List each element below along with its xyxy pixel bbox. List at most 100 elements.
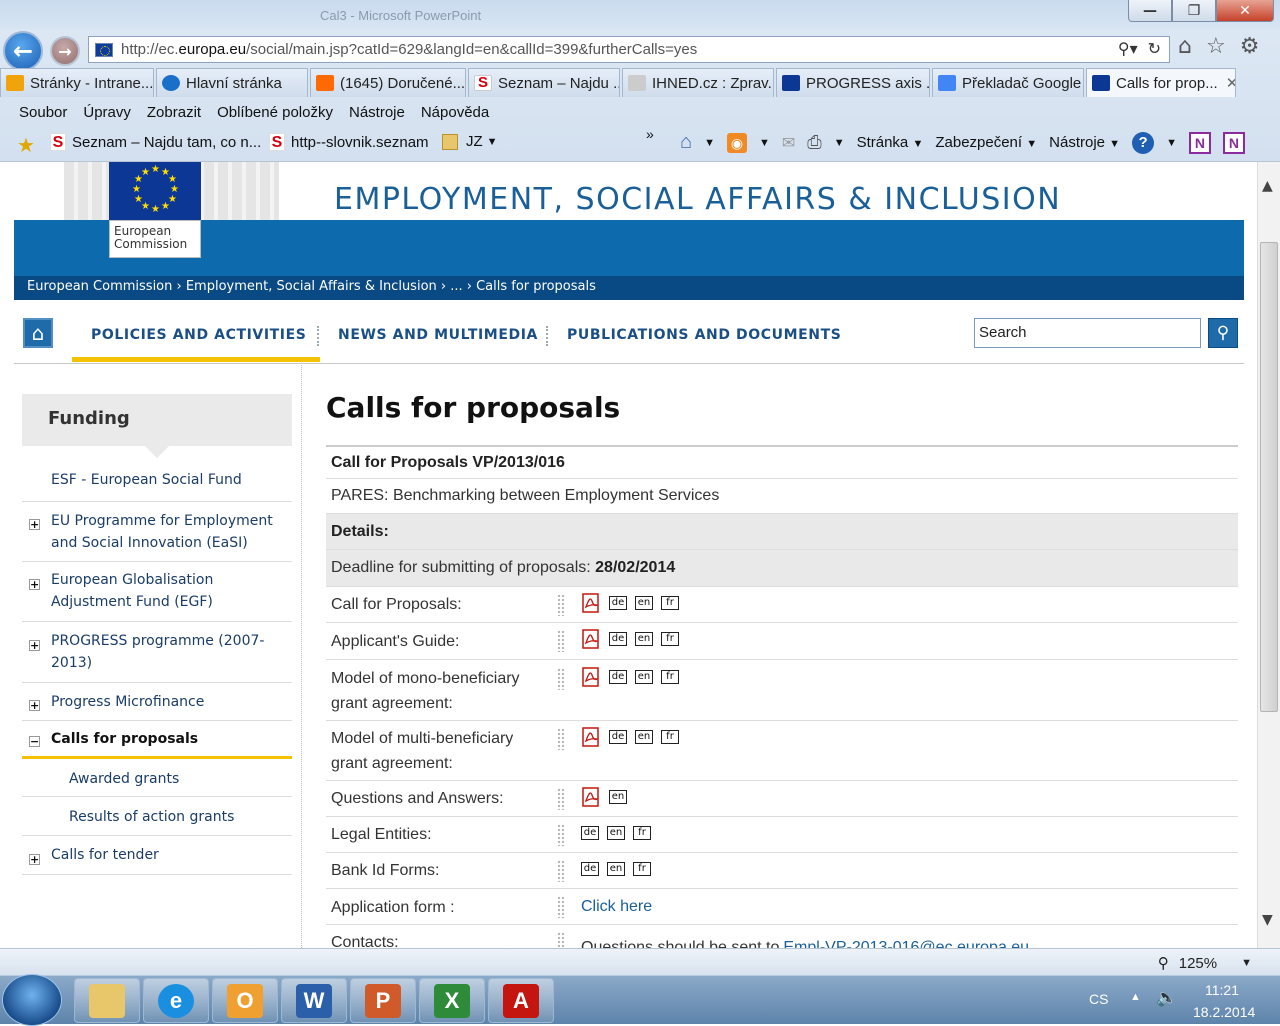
favorites-star-icon[interactable]: ☆ (1206, 34, 1226, 59)
taskbar-word[interactable]: W (281, 978, 347, 1023)
tab-ihned[interactable]: IHNED.cz : Zprav... (622, 68, 774, 97)
taskbar-internet-explorer[interactable]: e (143, 978, 209, 1023)
clock-date[interactable]: 18.2.2014 (1193, 1004, 1255, 1020)
search-dropdown-icon[interactable]: ⚲▾ (1118, 39, 1138, 58)
lang-en-link[interactable]: en (607, 826, 625, 840)
menu-tools[interactable]: Nástroje (349, 104, 405, 121)
scroll-down-icon[interactable]: ▼ (1262, 912, 1273, 928)
lang-de-link[interactable]: de (609, 632, 627, 646)
chevron-down-icon[interactable]: ▼ (759, 137, 770, 149)
tab-calls-for-proposals[interactable]: Calls for prop...✕ (1086, 68, 1236, 97)
sidebar-item-egf[interactable]: + European Globalisation Adjustment Fund … (22, 562, 292, 622)
favorite-slovnik[interactable]: Shttp--slovnik.seznam (269, 133, 429, 151)
chevron-down-icon[interactable]: ▼ (834, 137, 845, 149)
application-form-link[interactable]: Click here (581, 894, 652, 919)
expand-plus-icon[interactable]: + (29, 640, 40, 651)
menu-file[interactable]: Soubor (19, 104, 67, 121)
taskbar-powerpoint[interactable]: P (350, 978, 416, 1023)
help-icon[interactable]: ? (1132, 131, 1155, 154)
minimize-button[interactable]: — (1128, 0, 1172, 22)
search-button[interactable]: ⚲ (1208, 318, 1238, 348)
nav-policies-and-activities[interactable]: POLICIES AND ACTIVITIES (91, 327, 306, 343)
lang-de-link[interactable]: de (581, 862, 599, 876)
zoom-control[interactable]: ⚲ 125% ▼ (1158, 954, 1252, 973)
sidebar-item-awarded-grants[interactable]: Awarded grants (22, 759, 292, 797)
rss-icon[interactable]: ◉ (726, 132, 747, 153)
nav-publications-and-documents[interactable]: PUBLICATIONS AND DOCUMENTS (567, 327, 841, 343)
lang-fr-link[interactable]: fr (661, 596, 679, 610)
expand-plus-icon[interactable]: + (29, 579, 40, 590)
contact-email-link[interactable]: Empl-VP-2013-016@ec.europa.eu (783, 935, 1029, 948)
expand-plus-icon[interactable]: + (29, 854, 40, 865)
taskbar-explorer[interactable] (74, 978, 140, 1023)
tab-progress[interactable]: PROGRESS axis ... (776, 68, 930, 97)
lang-fr-link[interactable]: fr (633, 826, 651, 840)
expand-plus-icon[interactable]: + (29, 519, 40, 530)
lang-de-link[interactable]: de (609, 730, 627, 744)
onenote-send-icon[interactable]: N (1222, 131, 1245, 154)
forward-button[interactable]: → (50, 36, 80, 66)
security-menu[interactable]: Zabezpečení ▼ (935, 134, 1037, 151)
menu-help[interactable]: Nápověda (421, 104, 489, 121)
onenote-icon[interactable]: N (1188, 131, 1211, 154)
tools-menu[interactable]: Nástroje ▼ (1049, 134, 1120, 151)
menu-favorites[interactable]: Oblíbené položky (217, 104, 333, 121)
lang-de-link[interactable]: de (609, 670, 627, 684)
address-bar[interactable]: http://ec.europa.eu/social/main.jsp?catI… (88, 36, 1170, 63)
search-input[interactable]: Search (974, 318, 1201, 348)
lang-en-link[interactable]: en (635, 730, 653, 744)
home-icon[interactable]: ⌂ (1178, 34, 1192, 59)
taskbar-outlook[interactable]: O (212, 978, 278, 1023)
lang-fr-link[interactable]: fr (661, 670, 679, 684)
favorite-folder-jz[interactable]: JZ ▼ (442, 133, 498, 150)
sidebar-item-microfinance[interactable]: + Progress Microfinance (22, 683, 292, 721)
pdf-icon[interactable] (581, 629, 601, 649)
mail-icon[interactable]: ✉ (782, 133, 795, 153)
lang-de-link[interactable]: de (581, 826, 599, 840)
sidebar-item-results-of-action-grants[interactable]: Results of action grants (22, 797, 292, 836)
close-tab-icon[interactable]: ✕ (1226, 74, 1235, 92)
home-button[interactable]: ⌂ (23, 318, 53, 348)
sidebar-item-calls-for-proposals[interactable]: − Calls for proposals (22, 721, 292, 759)
tab-hlavni-stranka[interactable]: Hlavní stránka (156, 68, 308, 97)
tab-outlook-inbox[interactable]: (1645) Doručené... (310, 68, 466, 97)
breadcrumb[interactable]: European Commission › Employment, Social… (14, 276, 1244, 300)
taskbar-adobe-reader[interactable]: A (488, 978, 554, 1023)
menu-view[interactable]: Zobrazit (147, 104, 201, 121)
url-text[interactable]: http://ec.europa.eu/social/main.jsp?catI… (121, 41, 697, 58)
lang-en-link[interactable]: en (609, 790, 627, 804)
lang-de-link[interactable]: de (609, 596, 627, 610)
maximize-button[interactable]: ❐ (1172, 0, 1216, 22)
lang-fr-link[interactable]: fr (633, 862, 651, 876)
close-window-button[interactable]: ✕ (1216, 0, 1274, 22)
clock-time[interactable]: 11:21 (1205, 982, 1239, 998)
settings-gear-icon[interactable]: ⚙ (1240, 34, 1260, 59)
lang-en-link[interactable]: en (635, 670, 653, 684)
lang-fr-link[interactable]: fr (661, 730, 679, 744)
vertical-scrollbar[interactable]: ▲ ▼ (1257, 162, 1280, 948)
site-title[interactable]: EMPLOYMENT, SOCIAL AFFAIRS & INCLUSION (334, 182, 1061, 217)
chevron-down-icon[interactable]: ▼ (704, 137, 715, 149)
lang-en-link[interactable]: en (607, 862, 625, 876)
tray-expand-icon[interactable]: ▲ (1130, 991, 1141, 1003)
printer-icon[interactable]: ⎙ (807, 132, 821, 153)
volume-icon[interactable]: 🔈 (1156, 988, 1177, 1008)
page-menu[interactable]: Stránka ▼ (857, 134, 924, 151)
chevron-down-icon[interactable]: ▼ (1241, 957, 1252, 969)
refresh-icon[interactable]: ↻ (1148, 39, 1161, 58)
favorite-seznam[interactable]: S Seznam – Najdu tam, co n... (50, 133, 261, 151)
scrollbar-thumb[interactable] (1260, 242, 1278, 712)
language-indicator[interactable]: CS (1089, 991, 1108, 1007)
lang-fr-link[interactable]: fr (661, 632, 679, 646)
pdf-icon[interactable] (581, 787, 601, 807)
tab-intranet[interactable]: Stránky - Intrane... (0, 68, 154, 97)
collapse-minus-icon[interactable]: − (29, 736, 40, 747)
lang-en-link[interactable]: en (635, 632, 653, 646)
favorites-more-button[interactable]: » (646, 126, 654, 142)
menu-edit[interactable]: Úpravy (83, 104, 131, 121)
taskbar-excel[interactable]: X (419, 978, 485, 1023)
add-favorite-button[interactable]: ★ (17, 133, 35, 158)
eu-flag-logo[interactable]: ★ ★ ★ ★ ★ ★ ★ ★ ★ ★ ★ ★ (109, 162, 201, 220)
nav-news-and-multimedia[interactable]: NEWS AND MULTIMEDIA (338, 327, 538, 343)
pdf-icon[interactable] (581, 667, 601, 687)
